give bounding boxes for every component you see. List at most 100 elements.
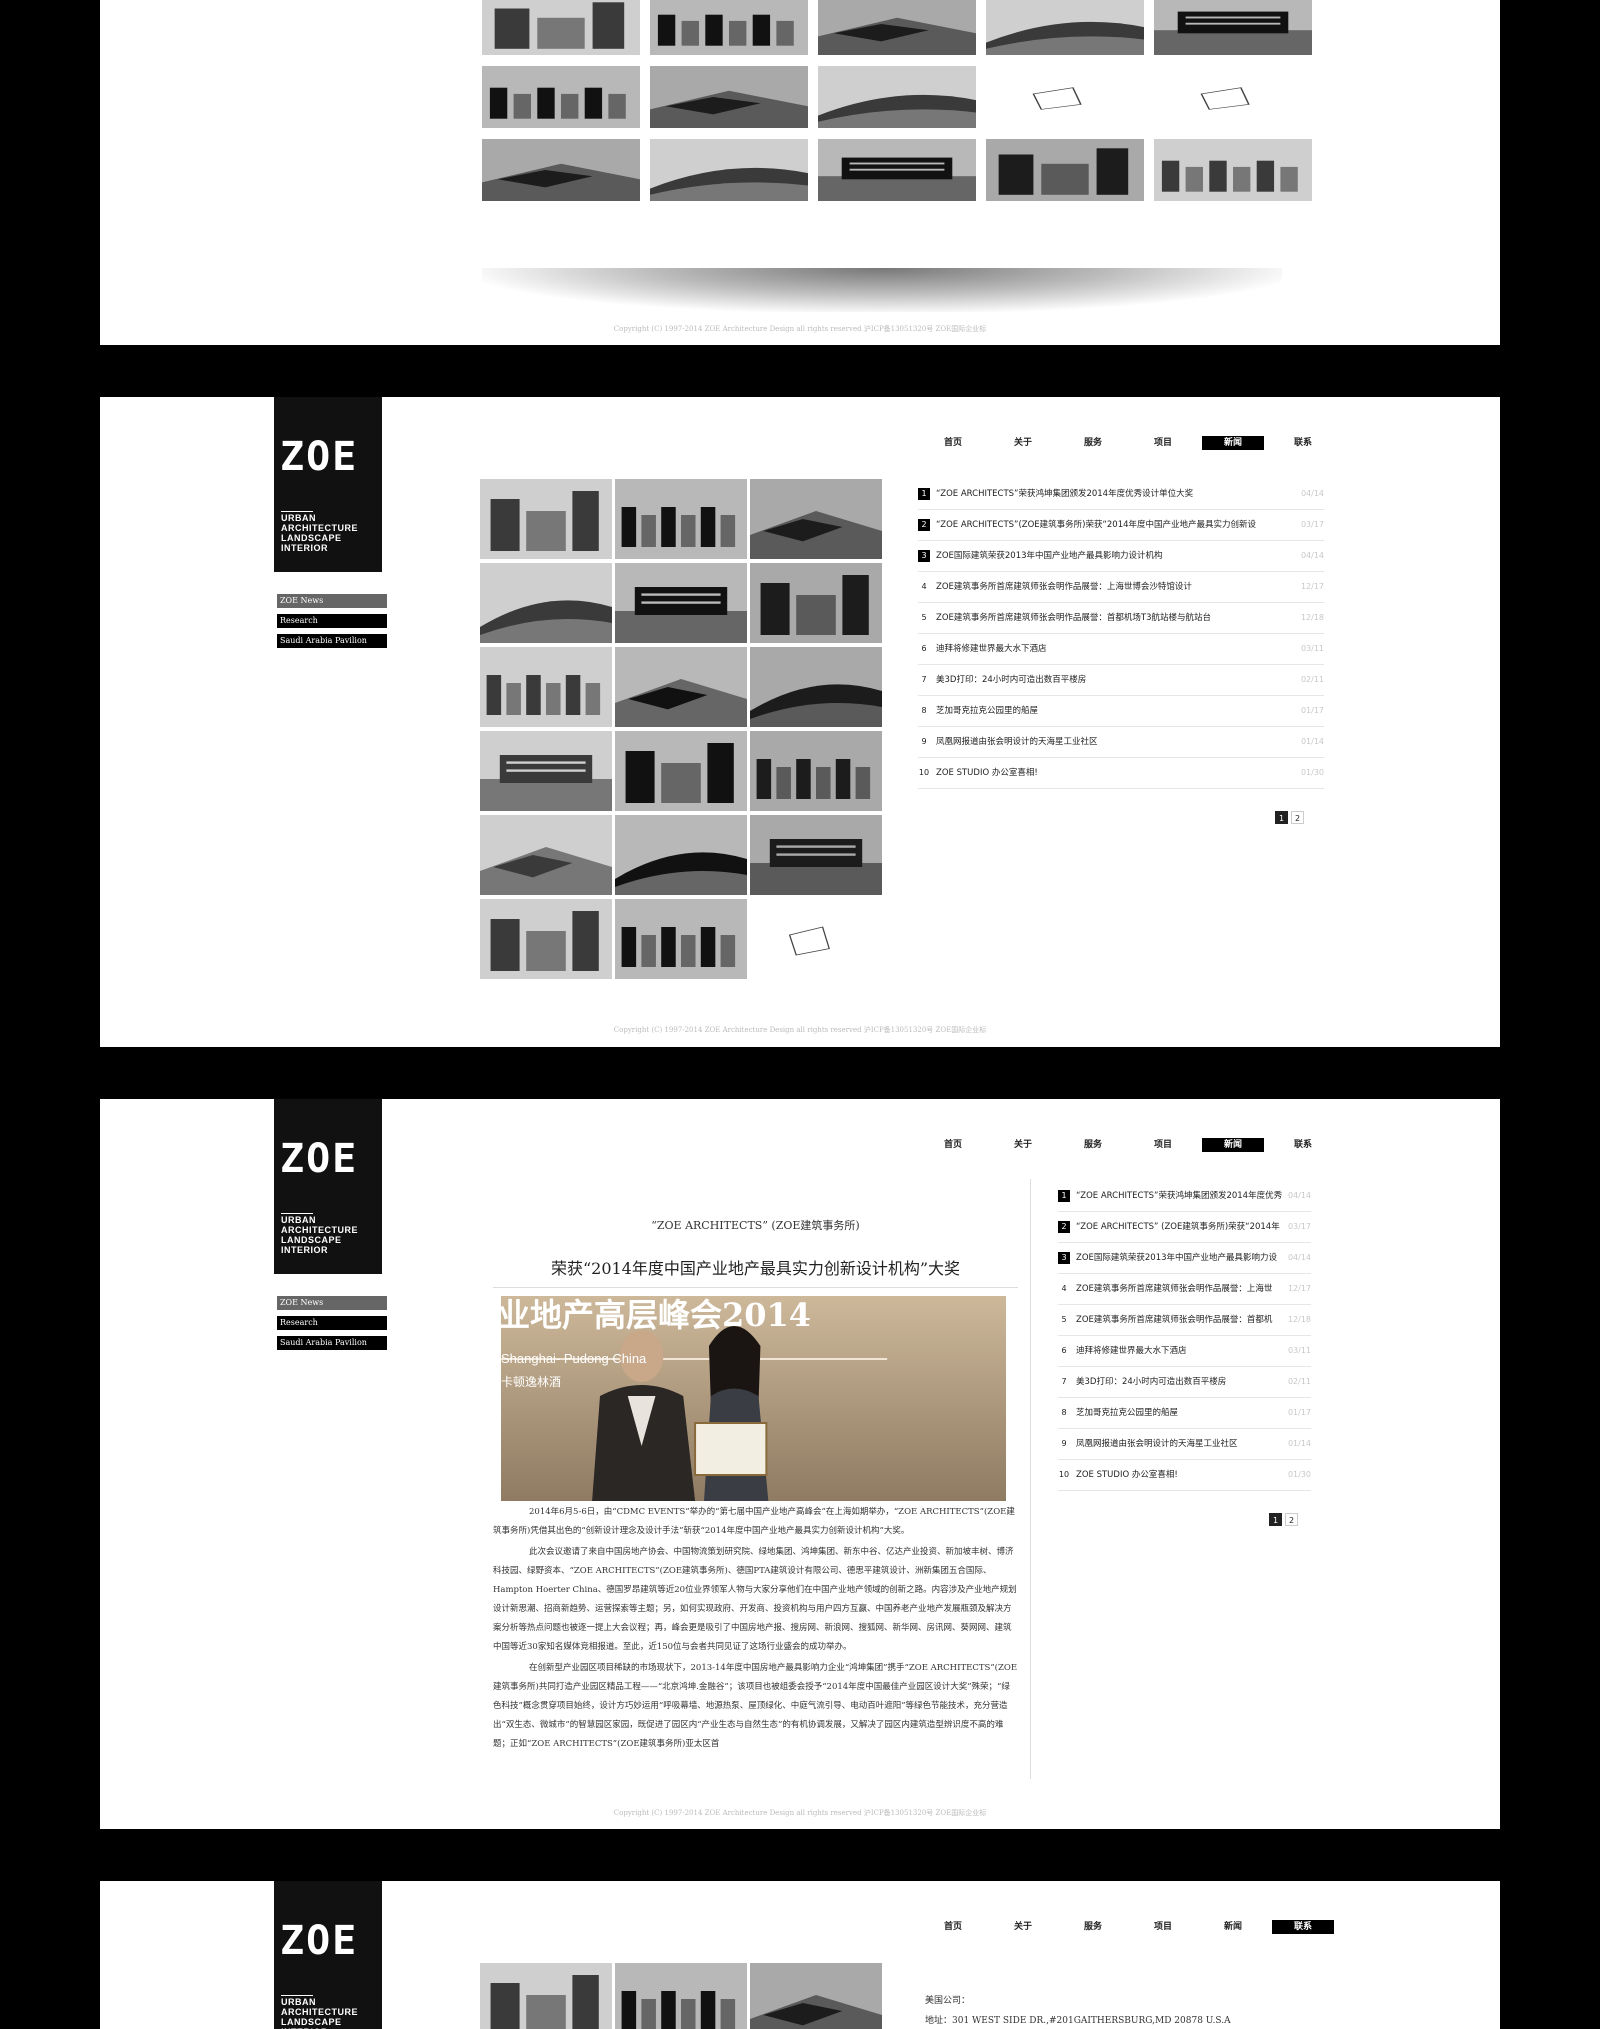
news-list-item[interactable]: 1 “ZOE ARCHITECTS”荣获鸿坤集团颁发2014年度优秀 04/14: [1058, 1181, 1311, 1212]
news-list-item[interactable]: 2 “ZOE ARCHITECTS” (ZOE建筑事务所)荣获“2014年 03/1…: [1058, 1212, 1311, 1243]
news-item-title[interactable]: 迪拜将修建世界最大水下酒店: [1076, 1346, 1187, 1356]
logo[interactable]: ZOE URBAN ARCHITECTURE LANDSCAPE INTERIO…: [274, 1881, 382, 2029]
nav-item-home[interactable]: 首页: [922, 1138, 984, 1152]
news-item-title[interactable]: 芝加哥克拉克公园里的船屋: [1076, 1408, 1178, 1418]
news-item-title[interactable]: ZOE建筑事务所首席建筑师张会明作品展誉：首都机: [1076, 1315, 1272, 1325]
news-list-item[interactable]: 6 迪拜将修建世界最大水下酒店 03/11: [1058, 1336, 1311, 1367]
nav-item-about[interactable]: 关于: [992, 1920, 1054, 1934]
gallery-thumbnail[interactable]: [480, 563, 612, 643]
gallery-thumbnail[interactable]: [480, 1963, 612, 2029]
gallery-thumbnail[interactable]: [1154, 0, 1312, 55]
gallery-thumbnail[interactable]: [750, 815, 882, 895]
news-list-item[interactable]: 4 ZOE建筑事务所首席建筑师张会明作品展誉：上海世博会沙特馆设计 12/17: [918, 572, 1324, 603]
nav-item-services[interactable]: 服务: [1062, 436, 1124, 450]
nav-item-news[interactable]: 新闻: [1202, 436, 1264, 450]
sidebar-item-zoe-news[interactable]: ZOE News: [277, 594, 387, 608]
nav-item-services[interactable]: 服务: [1062, 1920, 1124, 1934]
logo[interactable]: ZOE URBAN ARCHITECTURE LANDSCAPE INTERIO…: [274, 1099, 382, 1274]
news-list-item[interactable]: 3 ZOE国际建筑荣获2013年中国产业地产最具影响力设 04/14: [1058, 1243, 1311, 1274]
gallery-thumbnail[interactable]: [650, 66, 808, 128]
news-list-item[interactable]: 10 ZOE STUDIO 办公室喜相! 01/30: [918, 758, 1324, 789]
news-item-title[interactable]: 凤凰网报道由张会明设计的天海星工业社区: [1076, 1439, 1238, 1449]
sidebar-item-research[interactable]: Research: [277, 614, 387, 628]
page-2-button[interactable]: 2: [1285, 1513, 1298, 1526]
gallery-thumbnail[interactable]: [482, 139, 640, 201]
news-item-title[interactable]: ZOE STUDIO 办公室喜相!: [936, 768, 1038, 778]
gallery-thumbnail[interactable]: [818, 0, 976, 55]
news-item-title[interactable]: “ZOE ARCHITECTS”(ZOE建筑事务所)荣获“2014年度中国产业地…: [936, 520, 1256, 530]
gallery-thumbnail[interactable]: [615, 731, 747, 811]
news-list-item[interactable]: 10 ZOE STUDIO 办公室喜相! 01/30: [1058, 1460, 1311, 1491]
gallery-thumbnail[interactable]: [818, 139, 976, 201]
gallery-thumbnail[interactable]: [480, 899, 612, 979]
news-item-title[interactable]: 迪拜将修建世界最大水下酒店: [936, 644, 1047, 654]
gallery-thumbnail[interactable]: [750, 899, 882, 979]
nav-item-news[interactable]: 新闻: [1202, 1138, 1264, 1152]
news-list-item[interactable]: 1 “ZOE ARCHITECTS”荣获鸿坤集团颁发2014年度优秀设计单位大奖 0…: [918, 479, 1324, 510]
gallery-thumbnail[interactable]: [986, 66, 1144, 128]
gallery-thumbnail[interactable]: [615, 815, 747, 895]
gallery-thumbnail[interactable]: [1154, 66, 1312, 128]
nav-item-projects[interactable]: 项目: [1132, 436, 1194, 450]
gallery-thumbnail[interactable]: [615, 647, 747, 727]
news-item-title[interactable]: ZOE建筑事务所首席建筑师张会明作品展誉：首都机场T3航站楼与航站台: [936, 613, 1211, 623]
gallery-thumbnail[interactable]: [1154, 139, 1312, 201]
news-item-title[interactable]: ZOE国际建筑荣获2013年中国产业地产最具影响力设计机构: [936, 551, 1163, 561]
nav-item-contact[interactable]: 联系: [1272, 1920, 1334, 1934]
gallery-thumbnail[interactable]: [750, 647, 882, 727]
gallery-thumbnail[interactable]: [650, 0, 808, 55]
sidebar-item-saudi-arabia-pavilion[interactable]: Saudi Arabia Pavilion: [277, 1336, 387, 1350]
news-item-title[interactable]: 芝加哥克拉克公园里的船屋: [936, 706, 1038, 716]
nav-item-contact[interactable]: 联系: [1272, 1138, 1334, 1152]
sidebar-item-research[interactable]: Research: [277, 1316, 387, 1330]
gallery-thumbnail[interactable]: [615, 1963, 747, 2029]
page-1-button[interactable]: 1: [1269, 1513, 1282, 1526]
page-1-button[interactable]: 1: [1275, 811, 1288, 824]
logo[interactable]: ZOE URBAN ARCHITECTURE LANDSCAPE INTERIO…: [274, 397, 382, 572]
gallery-thumbnail[interactable]: [482, 0, 640, 55]
gallery-thumbnail[interactable]: [615, 563, 747, 643]
news-list-item[interactable]: 8 芝加哥克拉克公园里的船屋 01/17: [1058, 1398, 1311, 1429]
nav-item-about[interactable]: 关于: [992, 1138, 1054, 1152]
news-list-item[interactable]: 4 ZOE建筑事务所首席建筑师张会明作品展誉：上海世 12/17: [1058, 1274, 1311, 1305]
news-item-title[interactable]: “ZOE ARCHITECTS”荣获鸿坤集团颁发2014年度优秀: [1076, 1191, 1282, 1201]
news-item-title[interactable]: 凤凰网报道由张会明设计的天海星工业社区: [936, 737, 1098, 747]
gallery-thumbnail[interactable]: [480, 647, 612, 727]
news-list-item[interactable]: 9 凤凰网报道由张会明设计的天海星工业社区 01/14: [1058, 1429, 1311, 1460]
news-item-title[interactable]: 美3D打印：24小时内可造出数百平楼房: [1076, 1377, 1226, 1387]
news-list-item[interactable]: 2 “ZOE ARCHITECTS”(ZOE建筑事务所)荣获“2014年度中国产业…: [918, 510, 1324, 541]
gallery-thumbnail[interactable]: [480, 815, 612, 895]
sidebar-item-saudi-arabia-pavilion[interactable]: Saudi Arabia Pavilion: [277, 634, 387, 648]
nav-item-services[interactable]: 服务: [1062, 1138, 1124, 1152]
news-list-item[interactable]: 7 美3D打印：24小时内可造出数百平楼房 02/11: [918, 665, 1324, 696]
gallery-thumbnail[interactable]: [818, 66, 976, 128]
gallery-thumbnail[interactable]: [650, 139, 808, 201]
news-item-title[interactable]: ZOE STUDIO 办公室喜相!: [1076, 1470, 1178, 1480]
gallery-thumbnail[interactable]: [480, 731, 612, 811]
gallery-thumbnail[interactable]: [986, 0, 1144, 55]
gallery-thumbnail[interactable]: [750, 479, 882, 559]
gallery-thumbnail[interactable]: [480, 479, 612, 559]
gallery-thumbnail[interactable]: [986, 139, 1144, 201]
news-item-title[interactable]: ZOE国际建筑荣获2013年中国产业地产最具影响力设: [1076, 1253, 1277, 1263]
news-list-item[interactable]: 5 ZOE建筑事务所首席建筑师张会明作品展誉：首都机场T3航站楼与航站台 12/18: [918, 603, 1324, 634]
gallery-thumbnail[interactable]: [750, 563, 882, 643]
news-list-item[interactable]: 5 ZOE建筑事务所首席建筑师张会明作品展誉：首都机 12/18: [1058, 1305, 1311, 1336]
nav-item-news[interactable]: 新闻: [1202, 1920, 1264, 1934]
nav-item-home[interactable]: 首页: [922, 1920, 984, 1934]
news-item-title[interactable]: 美3D打印：24小时内可造出数百平楼房: [936, 675, 1086, 685]
news-list-item[interactable]: 8 芝加哥克拉克公园里的船屋 01/17: [918, 696, 1324, 727]
gallery-thumbnail[interactable]: [615, 899, 747, 979]
nav-item-projects[interactable]: 项目: [1132, 1920, 1194, 1934]
gallery-thumbnail[interactable]: [615, 479, 747, 559]
news-list-item[interactable]: 7 美3D打印：24小时内可造出数百平楼房 02/11: [1058, 1367, 1311, 1398]
gallery-thumbnail[interactable]: [482, 66, 640, 128]
news-item-title[interactable]: “ZOE ARCHITECTS”荣获鸿坤集团颁发2014年度优秀设计单位大奖: [936, 489, 1193, 499]
news-list-item[interactable]: 3 ZOE国际建筑荣获2013年中国产业地产最具影响力设计机构 04/14: [918, 541, 1324, 572]
sidebar-item-zoe-news[interactable]: ZOE News: [277, 1296, 387, 1310]
nav-item-about[interactable]: 关于: [992, 436, 1054, 450]
page-2-button[interactable]: 2: [1291, 811, 1304, 824]
nav-item-projects[interactable]: 项目: [1132, 1138, 1194, 1152]
nav-item-contact[interactable]: 联系: [1272, 436, 1334, 450]
news-item-title[interactable]: ZOE建筑事务所首席建筑师张会明作品展誉：上海世: [1076, 1284, 1272, 1294]
